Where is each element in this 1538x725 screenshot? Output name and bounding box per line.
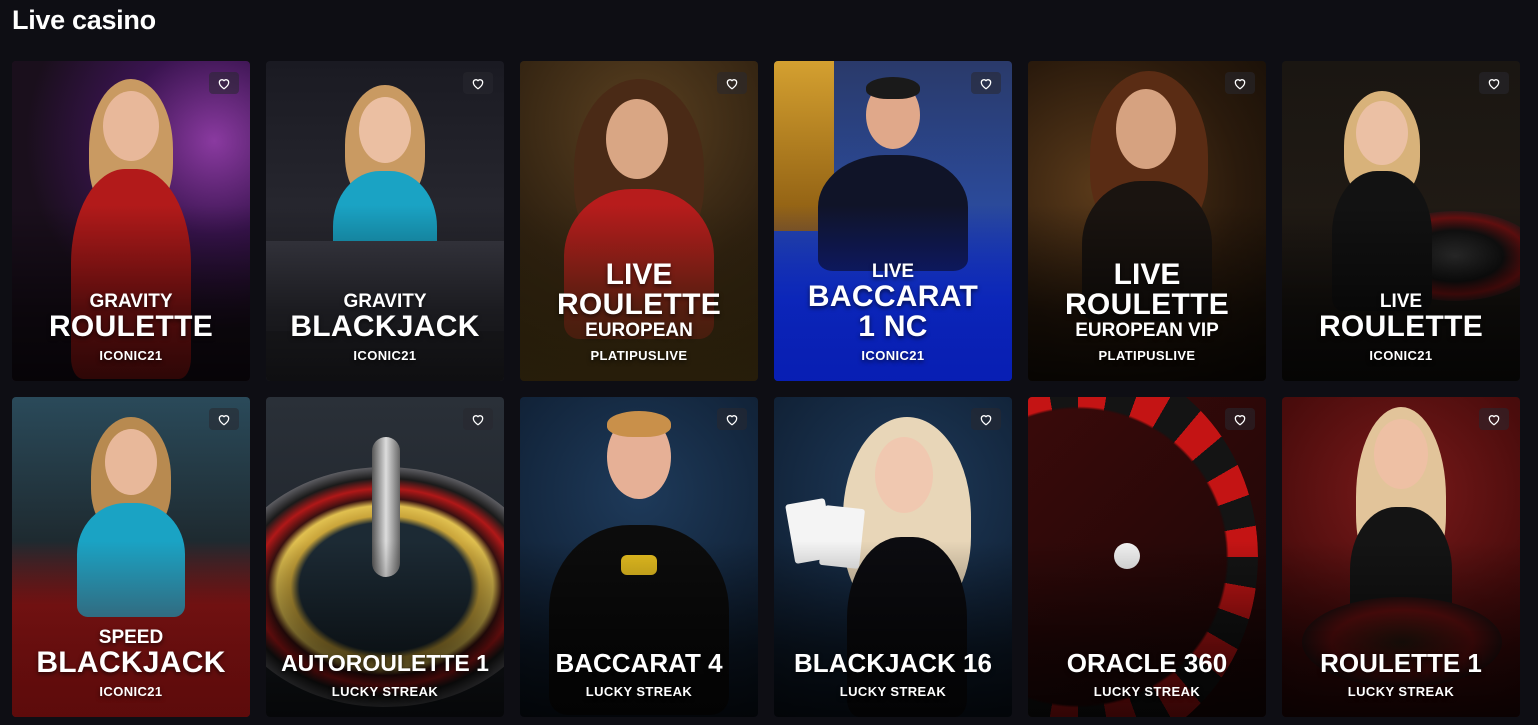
game-title-line1: GRAVITY — [89, 291, 173, 312]
game-title-line2: ROULETTE — [1318, 310, 1484, 343]
game-title-line3: EUROPEAN — [585, 320, 693, 341]
game-provider: ICONIC21 — [861, 348, 925, 363]
heart-outline-icon — [980, 414, 992, 425]
favorite-button[interactable] — [209, 408, 239, 430]
game-title: AUTOROULETTE 1 — [281, 650, 489, 676]
heart-outline-icon — [1488, 414, 1500, 425]
game-title: ORACLE 360 — [1066, 648, 1228, 678]
favorite-button[interactable] — [463, 408, 493, 430]
heart-outline-icon — [1488, 78, 1500, 89]
game-provider: ICONIC21 — [99, 348, 163, 363]
favorite-button[interactable] — [717, 408, 747, 430]
game-title-line2: ROULETTE — [48, 310, 214, 343]
game-title-line2: BACCARAT — [807, 280, 979, 313]
game-title-line1: SPEED — [98, 627, 164, 648]
favorite-button[interactable] — [717, 72, 747, 94]
heart-outline-icon — [726, 414, 738, 425]
game-title: BLACKJACK 16 — [794, 648, 992, 678]
game-tile-oracle-360[interactable]: ORACLE 360 LUCKY STREAK — [1028, 397, 1266, 717]
heart-outline-icon — [472, 78, 484, 89]
game-title-line2: BLACKJACK — [290, 310, 480, 343]
game-tile-autoroulette-1[interactable]: AUTOROULETTE 1 LUCKY STREAK — [266, 397, 504, 717]
game-title-line1: LIVE — [1379, 291, 1423, 312]
favorite-button[interactable] — [463, 72, 493, 94]
favorite-button[interactable] — [1225, 72, 1255, 94]
game-tile-blackjack-16[interactable]: BLACKJACK 16 LUCKY STREAK — [774, 397, 1012, 717]
favorite-button[interactable] — [1479, 72, 1509, 94]
game-provider: LUCKY STREAK — [585, 684, 693, 699]
heart-outline-icon — [1234, 414, 1246, 425]
game-tile-gravity-blackjack[interactable]: GRAVITY BLACKJACK ICONIC21 — [266, 61, 504, 381]
game-title-line1: GRAVITY — [343, 291, 427, 312]
heart-outline-icon — [218, 414, 230, 425]
game-title-line1: LIVE — [871, 261, 915, 282]
favorite-button[interactable] — [1479, 408, 1509, 430]
game-title-line2: BLACKJACK — [36, 646, 226, 679]
game-tile-live-roulette-european[interactable]: LIVE ROULETTE EUROPEAN PLATIPUSLIVE — [520, 61, 758, 381]
game-title-line2: ROULETTE — [1064, 288, 1230, 321]
game-title: BACCARAT 4 — [555, 648, 723, 678]
heart-outline-icon — [726, 78, 738, 89]
game-title: ROULETTE 1 — [1320, 648, 1482, 678]
game-provider: ICONIC21 — [99, 684, 163, 699]
heart-outline-icon — [1234, 78, 1246, 89]
game-grid: GRAVITY ROULETTE ICONIC21 GRAVITY BLACKJ… — [12, 61, 1520, 717]
favorite-button[interactable] — [1225, 408, 1255, 430]
game-tile-baccarat-4[interactable]: BACCARAT 4 LUCKY STREAK — [520, 397, 758, 717]
game-provider: PLATIPUSLIVE — [1098, 348, 1196, 363]
game-tile-gravity-roulette[interactable]: GRAVITY ROULETTE ICONIC21 — [12, 61, 250, 381]
heart-outline-icon — [472, 414, 484, 425]
game-provider: PLATIPUSLIVE — [590, 348, 688, 363]
game-provider: LUCKY STREAK — [331, 684, 439, 699]
favorite-button[interactable] — [971, 72, 1001, 94]
game-provider: ICONIC21 — [1369, 348, 1433, 363]
game-provider: LUCKY STREAK — [1093, 684, 1201, 699]
game-tile-speed-blackjack[interactable]: SPEED BLACKJACK ICONIC21 — [12, 397, 250, 717]
game-tile-roulette-1[interactable]: ROULETTE 1 LUCKY STREAK — [1282, 397, 1520, 717]
favorite-button[interactable] — [971, 408, 1001, 430]
game-tile-live-roulette[interactable]: LIVE ROULETTE ICONIC21 — [1282, 61, 1520, 381]
game-provider: LUCKY STREAK — [839, 684, 947, 699]
section-title: Live casino — [12, 5, 156, 35]
game-title-line3: EUROPEAN VIP — [1075, 320, 1219, 341]
game-title-line3: 1 NC — [858, 310, 928, 343]
heart-outline-icon — [218, 78, 230, 89]
game-title-line1: LIVE — [1113, 258, 1181, 291]
game-tile-live-roulette-european-vip[interactable]: LIVE ROULETTE EUROPEAN VIP PLATIPUSLIVE — [1028, 61, 1266, 381]
game-provider: ICONIC21 — [353, 348, 417, 363]
game-provider: LUCKY STREAK — [1347, 684, 1455, 699]
favorite-button[interactable] — [209, 72, 239, 94]
game-tile-live-baccarat-1nc[interactable]: LIVE BACCARAT 1 NC ICONIC21 — [774, 61, 1012, 381]
heart-outline-icon — [980, 78, 992, 89]
game-title-line1: LIVE — [605, 258, 673, 291]
game-title-line2: ROULETTE — [556, 288, 722, 321]
